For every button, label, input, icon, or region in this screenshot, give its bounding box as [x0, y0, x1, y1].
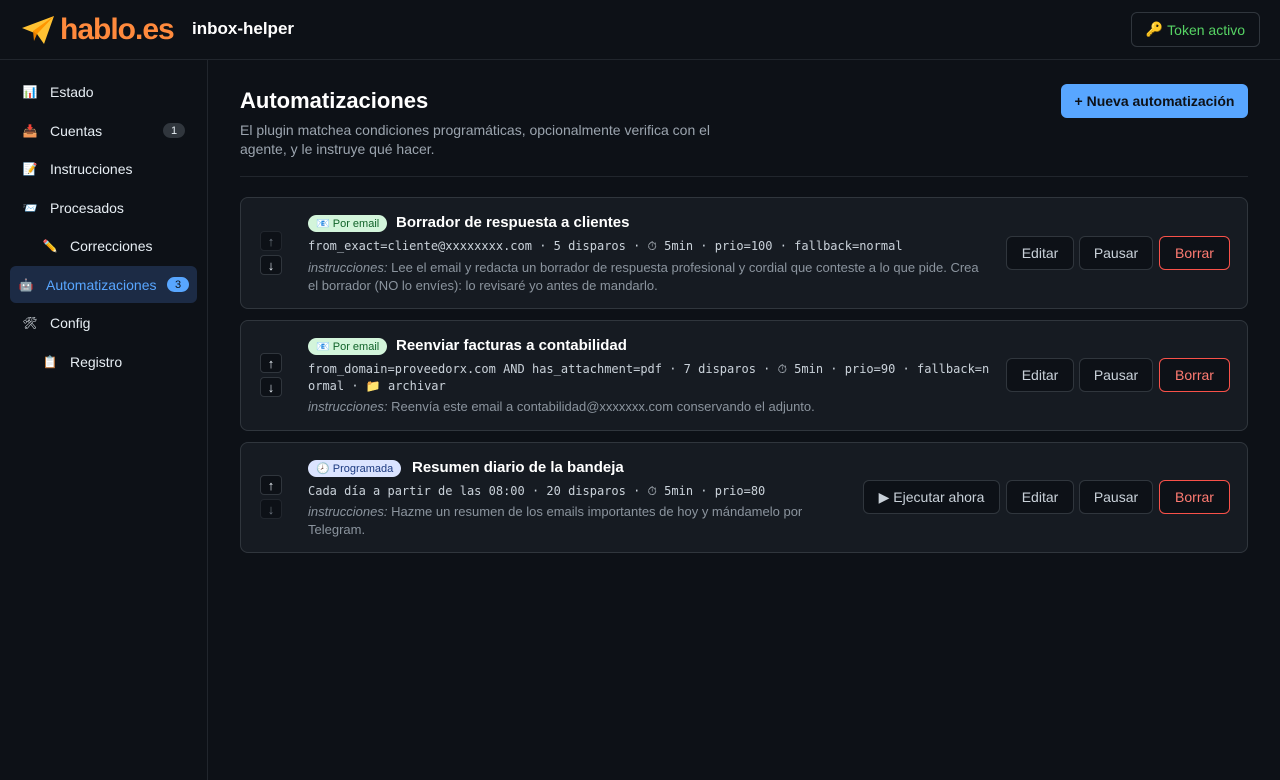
instr-prefix: instrucciones:: [308, 504, 388, 519]
logo-text: hablo.es: [60, 13, 175, 46]
pause-button[interactable]: Pausar: [1079, 480, 1153, 514]
delete-button[interactable]: Borrar: [1159, 480, 1230, 514]
divider: [240, 176, 1248, 177]
sidebar-item-label: Cuentas: [50, 122, 103, 139]
sidebar-item-correcciones[interactable]: ✏️ Correcciones: [10, 227, 197, 264]
sidebar-item-cuentas[interactable]: 📥 Cuentas 1: [10, 112, 197, 149]
inbox-icon: 📥: [22, 123, 38, 138]
automation-instructions: instrucciones: Reenvía este email a cont…: [308, 398, 992, 416]
move-up-button[interactable]: ↑: [260, 353, 282, 373]
logo[interactable]: hablo.es: [20, 13, 175, 46]
automation-title: Reenviar facturas a contabilidad: [396, 337, 627, 354]
chart-icon: 📊: [22, 84, 38, 99]
delete-button[interactable]: Borrar: [1159, 236, 1230, 270]
envelope-icon: 📨: [22, 200, 38, 215]
sidebar-item-config[interactable]: 🛠 Config: [10, 304, 197, 341]
new-automation-button[interactable]: + Nueva automatización: [1061, 84, 1248, 118]
clipboard-icon: 📋: [42, 354, 58, 369]
instr-text: Reenvía este email a contabilidad@xxxxxx…: [391, 399, 815, 414]
count-badge: 1: [163, 123, 185, 138]
move-down-button[interactable]: ↓: [260, 377, 282, 397]
key-icon: 🔑: [1145, 21, 1164, 37]
move-up-button[interactable]: ↑: [260, 231, 282, 251]
pause-button[interactable]: Pausar: [1079, 358, 1153, 392]
sidebar-item-label: Config: [50, 314, 91, 331]
tools-icon: 🛠: [22, 315, 38, 330]
move-down-button[interactable]: ↓: [260, 255, 282, 275]
type-tag: 📧 Por email: [308, 215, 388, 232]
sidebar-item-label: Correcciones: [70, 237, 153, 254]
sidebar-item-label: Automatizaciones: [46, 276, 157, 293]
edit-button[interactable]: Editar: [1006, 236, 1074, 270]
sidebar-item-automatizaciones[interactable]: 🤖 Automatizaciones 3: [10, 266, 197, 303]
token-status-button[interactable]: 🔑 Token activo: [1130, 12, 1260, 47]
automation-instructions: instrucciones: Hazme un resumen de los e…: [308, 503, 808, 539]
count-badge: 3: [167, 277, 189, 292]
top-bar: hablo.es inbox-helper 🔑 Token activo: [0, 0, 1280, 60]
automation-meta: from_exact=cliente@xxxxxxxx.com · 5 disp…: [308, 239, 903, 253]
automation-card: ↑ ↓ 🕗 Programada Resumen diario de la ba…: [240, 442, 1248, 553]
edit-button[interactable]: Editar: [1006, 358, 1074, 392]
automation-card: ↑ ↓ 📧 Por email Borrador de respuesta a …: [240, 197, 1248, 309]
sidebar-item-label: Instrucciones: [50, 160, 133, 177]
type-tag: 📧 Por email: [308, 338, 388, 355]
automation-title: Resumen diario de la bandeja: [412, 459, 624, 476]
automation-meta: from_domain=proveedorx.com AND has_attac…: [308, 362, 990, 393]
page-title: Automatizaciones: [240, 88, 429, 113]
delete-button[interactable]: Borrar: [1159, 358, 1230, 392]
sidebar-item-procesados[interactable]: 📨 Procesados: [10, 189, 197, 226]
type-tag: 🕗 Programada: [308, 460, 402, 477]
sidebar-item-label: Registro: [70, 353, 123, 370]
instr-text: Lee el email y redacta un borrador de re…: [308, 260, 979, 293]
page-description: El plugin matchea condiciones programáti…: [240, 122, 711, 157]
sidebar-item-label: Procesados: [50, 199, 124, 216]
paper-plane-icon: [22, 16, 54, 44]
automation-instructions: instrucciones: Lee el email y redacta un…: [308, 259, 992, 295]
pause-button[interactable]: Pausar: [1079, 236, 1153, 270]
sidebar-item-registro[interactable]: 📋 Registro: [10, 343, 197, 380]
sidebar-item-label: Estado: [50, 83, 94, 100]
sidebar-item-instrucciones[interactable]: 📝 Instrucciones: [10, 150, 197, 187]
token-label: Token activo: [1167, 21, 1245, 38]
edit-button[interactable]: Editar: [1006, 480, 1074, 514]
run-now-button[interactable]: ▶ Ejecutar ahora: [863, 480, 1000, 514]
move-up-button[interactable]: ↑: [260, 475, 282, 495]
instr-prefix: instrucciones:: [308, 260, 388, 275]
memo-icon: 📝: [22, 161, 38, 176]
sidebar-item-estado[interactable]: 📊 Estado: [10, 73, 197, 110]
app-name: inbox-helper: [192, 19, 295, 38]
sidebar: 📊 Estado 📥 Cuentas 1 📝 Instrucciones 📨 P…: [0, 60, 208, 780]
move-down-button[interactable]: ↓: [260, 499, 282, 519]
automation-title: Borrador de respuesta a clientes: [396, 214, 630, 231]
instr-prefix: instrucciones:: [308, 399, 388, 414]
pencil-icon: ✏️: [42, 238, 58, 253]
automation-card: ↑ ↓ 📧 Por email Reenviar facturas a cont…: [240, 320, 1248, 431]
robot-icon: 🤖: [18, 277, 34, 292]
